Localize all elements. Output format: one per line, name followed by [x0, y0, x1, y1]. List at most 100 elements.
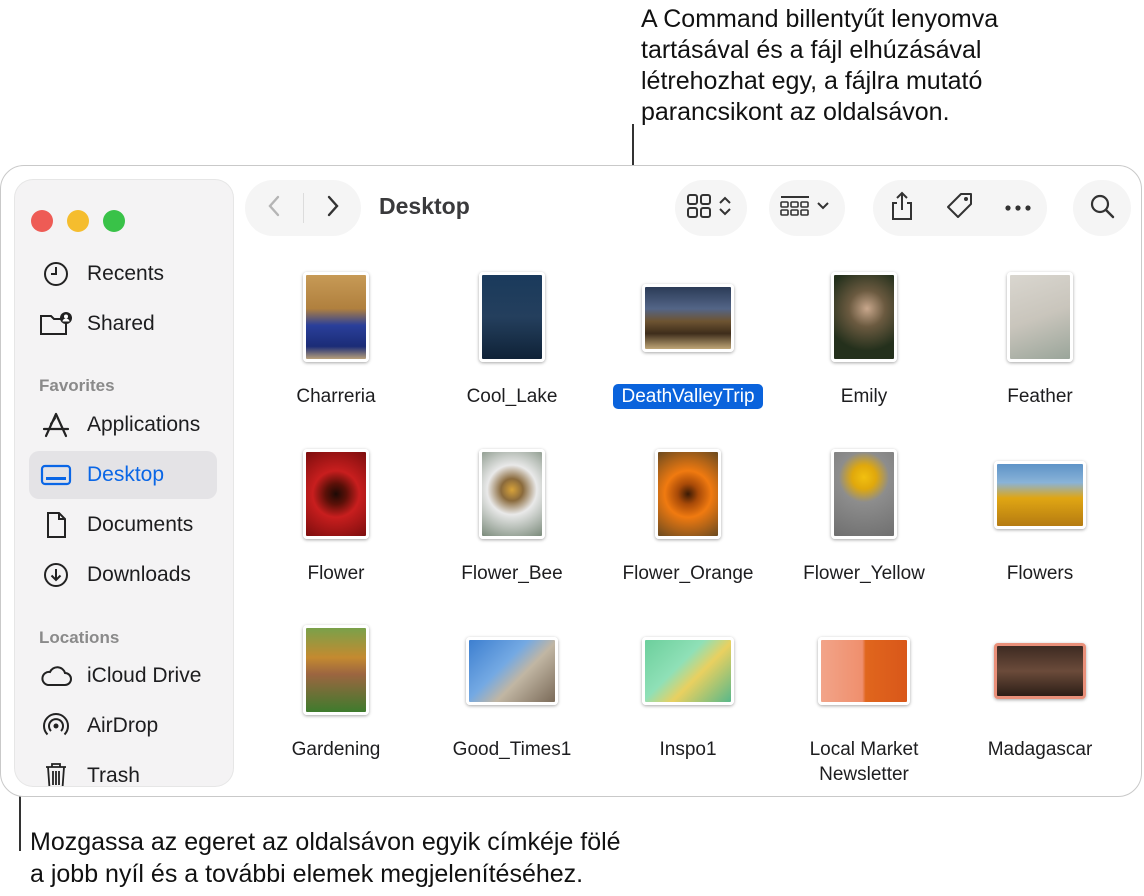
file-thumbnail [831, 449, 897, 539]
file-item-flower-bee[interactable]: Flower_Bee [424, 449, 600, 584]
file-thumbnail [303, 449, 369, 539]
window-title: Desktop [379, 193, 470, 219]
file-thumbnail [479, 449, 545, 539]
file-name: Local Market Newsletter [776, 737, 952, 787]
tags-button[interactable] [931, 180, 989, 236]
group-grid-icon [779, 193, 835, 224]
file-thumbnail [642, 637, 734, 705]
sidebar-item-desktop[interactable]: Desktop [29, 451, 217, 499]
sidebar-item-airdrop[interactable]: AirDrop [29, 702, 217, 750]
tag-icon [945, 191, 975, 226]
callout-bottom-line: Mozgassa az egeret az oldalsávon egyik c… [30, 828, 621, 856]
sidebar-item-label: Trash [87, 764, 140, 786]
sidebar-item-recents[interactable]: Recents [29, 250, 217, 298]
file-item-local-market-newsletter[interactable]: Local Market Newsletter [776, 637, 952, 785]
file-item-cool-lake[interactable]: Cool_Lake [424, 272, 600, 407]
file-thumbnail [655, 449, 721, 539]
favorites-heading: Favorites [39, 376, 115, 395]
callout-top-line: A Command billentyűt lenyomva [641, 5, 999, 33]
file-name: Flower_Yellow [803, 563, 925, 584]
action-controls [873, 180, 1047, 236]
file-item-flower-yellow[interactable]: Flower_Yellow [776, 449, 952, 584]
close-window-button[interactable] [31, 210, 53, 232]
cloud-icon [39, 662, 73, 690]
forward-button[interactable] [304, 180, 361, 236]
file-thumbnail [831, 272, 897, 362]
sidebar-item-label: iCloud Drive [87, 664, 202, 687]
sidebar-item-label: Desktop [87, 463, 165, 486]
file-thumbnail [303, 625, 369, 715]
minimize-window-button[interactable] [67, 210, 89, 232]
sidebar-item-documents[interactable]: Documents [29, 501, 217, 549]
file-item-emily[interactable]: Emily [776, 272, 952, 407]
sidebar-item-downloads[interactable]: Downloads [29, 551, 217, 599]
file-item-flower-orange[interactable]: Flower_Orange [600, 449, 776, 584]
ellipsis-icon [1005, 199, 1031, 217]
file-name: Emily [840, 386, 888, 407]
file-item-inspo1[interactable]: Inspo1 [600, 637, 776, 760]
callout-top-line: létrehozhat egy, a fájlra mutató [641, 67, 983, 95]
sidebar: Recents Shared Favorites Applications De… [15, 180, 233, 786]
sidebar-item-label: Applications [87, 413, 201, 436]
search-icon [1089, 193, 1115, 224]
file-thumbnail [466, 637, 558, 705]
file-name: Feather [1007, 386, 1073, 407]
search-button[interactable] [1073, 180, 1131, 236]
sidebar-item-label: Recents [87, 262, 165, 285]
file-name-selected: DeathValleyTrip [600, 384, 776, 409]
shared-folder-icon [39, 310, 73, 338]
file-name: Inspo1 [659, 739, 717, 760]
file-name-line: Local Market [809, 739, 919, 760]
selected-file-label: DeathValleyTrip [613, 384, 763, 409]
file-item-charreria[interactable]: Charreria [248, 272, 424, 407]
chevron-right-icon [326, 194, 340, 223]
file-thumbnail [642, 284, 734, 352]
sidebar-item-trash[interactable]: Trash [29, 752, 217, 786]
group-by-button[interactable] [769, 180, 845, 236]
file-name: Flowers [1006, 563, 1074, 584]
document-icon [39, 511, 73, 539]
file-item-flowers[interactable]: Flowers [952, 461, 1128, 584]
desktop-icon [39, 461, 73, 489]
file-name: Good_Times1 [452, 739, 572, 760]
locations-heading: Locations [39, 628, 120, 647]
sidebar-item-label: AirDrop [87, 714, 159, 737]
sidebar-item-label: Shared [87, 312, 155, 335]
file-name: Madagascar [987, 739, 1093, 760]
file-name: Flower [307, 563, 365, 584]
file-item-feather[interactable]: Feather [952, 272, 1128, 407]
file-item-madagascar[interactable]: Madagascar [952, 637, 1128, 760]
file-item-deathvalleytrip[interactable]: DeathValleyTrip [600, 284, 776, 409]
file-item-flower[interactable]: Flower [248, 449, 424, 584]
search-control [1073, 180, 1131, 236]
airdrop-icon [39, 712, 73, 740]
download-icon [39, 561, 73, 589]
view-mode-button[interactable] [675, 180, 747, 236]
sidebar-item-label: Downloads [87, 563, 191, 586]
file-name: Charreria [296, 386, 376, 407]
callout-top-line: parancsikont az oldalsávon. [641, 98, 950, 126]
view-mode-control [675, 180, 747, 236]
chevron-left-icon [267, 194, 281, 223]
sidebar-item-applications[interactable]: Applications [29, 401, 217, 449]
callout-top: A Command billentyűt lenyomva tartásával… [641, 4, 1111, 128]
back-button[interactable] [245, 180, 303, 236]
file-name: Gardening [291, 739, 381, 760]
sidebar-item-icloud-drive[interactable]: iCloud Drive [29, 652, 217, 700]
file-name-line: Newsletter [819, 764, 909, 785]
file-name: Flower_Bee [461, 563, 563, 584]
sidebar-item-label: Documents [87, 513, 194, 536]
applications-icon [39, 411, 73, 439]
file-item-gardening[interactable]: Gardening [248, 625, 424, 760]
file-item-good-times1[interactable]: Good_Times1 [424, 637, 600, 760]
share-button[interactable] [873, 180, 931, 236]
clock-icon [39, 260, 73, 288]
sidebar-item-shared[interactable]: Shared [29, 300, 217, 348]
zoom-window-button[interactable] [103, 210, 125, 232]
more-actions-button[interactable] [989, 180, 1047, 236]
group-control [769, 180, 845, 236]
file-thumbnail [994, 461, 1086, 529]
callout-bottom-line: a jobb nyíl és a további elemek megjelen… [30, 860, 584, 888]
icon-grid-icon [686, 192, 736, 225]
trash-icon [39, 762, 73, 786]
